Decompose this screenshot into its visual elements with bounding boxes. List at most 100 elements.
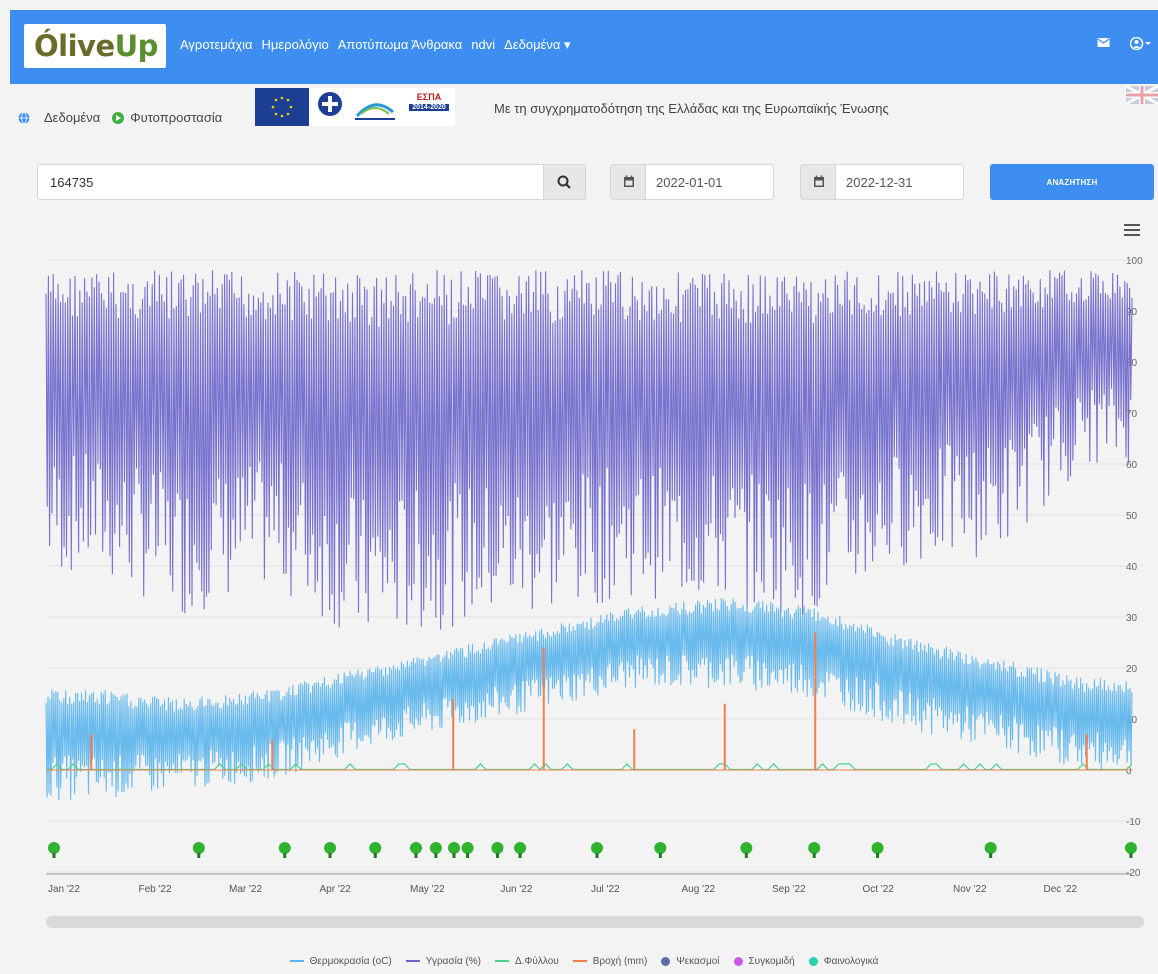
legend-label: Συγκομιδή — [748, 955, 795, 967]
date-to-addon[interactable] — [800, 164, 836, 200]
program-logo — [351, 88, 399, 126]
x-tick-label: Feb '22 — [139, 884, 172, 895]
logo-text-olive: Ólive — [34, 29, 115, 63]
tree-event-trunk — [876, 853, 880, 858]
tree-event-trunk — [434, 853, 438, 858]
nav-right — [1097, 37, 1152, 50]
chart-canvas: 1009080706050403020100-10-20Jan '22 Feb '… — [45, 256, 1143, 895]
legend-item[interactable]: Δ.Φύλλου — [494, 955, 559, 967]
tree-event-trunk — [595, 853, 599, 858]
legend-label: Φαινολογικά — [823, 955, 879, 967]
y-tick-label: 30 — [1126, 613, 1138, 624]
cofunding-text: Με τη συγχρηματοδότηση της Ελλάδας και τ… — [494, 101, 889, 116]
tree-event-icon — [324, 842, 337, 854]
tree-event-trunk — [658, 853, 662, 858]
y-tick-label: 100 — [1126, 256, 1143, 267]
tree-event-trunk — [52, 853, 56, 858]
legend-swatch — [405, 960, 420, 962]
chart-menu-icon[interactable] — [1124, 224, 1140, 236]
espa-years: 2014-2020 — [409, 104, 449, 111]
tree-event-icon — [984, 842, 997, 854]
submit-search-button[interactable]: ΑΝΑΖΗΤΗΣΗ — [990, 164, 1154, 200]
tree-event-trunk — [518, 853, 522, 858]
tree-event-icon — [278, 842, 291, 854]
x-tick-label: Jul '22 — [591, 884, 620, 895]
legend-label: Υγρασία (%) — [425, 955, 481, 967]
legend-item[interactable]: Συγκομιδή — [733, 955, 795, 967]
y-tick-label: 60 — [1126, 460, 1138, 471]
tree-event-trunk — [197, 853, 201, 858]
search-button[interactable] — [544, 164, 586, 200]
tree-event-icon — [369, 842, 382, 854]
main-nav: Αγροτεμάχια Ημερολόγιο Αποτύπωμα Άνθρακα… — [180, 37, 571, 53]
legend-label: Δ.Φύλλου — [514, 955, 559, 967]
y-tick-label: -10 — [1126, 817, 1141, 828]
user-circle-icon[interactable] — [1130, 37, 1152, 50]
search-icon — [557, 175, 571, 189]
legend-swatch — [808, 956, 818, 966]
tree-event-trunk — [744, 853, 748, 858]
nav-ndvi[interactable]: ndvi — [471, 37, 495, 53]
envelope-icon[interactable] — [1097, 37, 1110, 48]
y-tick-label: 40 — [1126, 562, 1138, 573]
legend-item[interactable]: Ψεκασμοί — [661, 956, 720, 967]
tree-event-icon — [429, 842, 442, 854]
date-from-addon[interactable] — [610, 164, 646, 200]
x-tick-label: Dec '22 — [1044, 884, 1078, 895]
tree-event-icon — [740, 842, 753, 854]
legend-swatch — [289, 960, 304, 962]
x-tick-label: Jan '22 — [48, 884, 80, 895]
legend-item[interactable]: Φαινολογικά — [808, 955, 879, 967]
tree-event-icon — [461, 842, 474, 854]
x-tick-label: Aug '22 — [682, 884, 716, 895]
globe-icon — [18, 111, 30, 124]
espa-logo: ΕΣΠΑ 2014-2020 — [403, 88, 455, 126]
tree-event-trunk — [989, 853, 993, 858]
x-tick-label: Mar '22 — [229, 884, 262, 895]
tree-event-icon — [410, 842, 422, 854]
chart-legend: Θερμοκρασία (oC) Υγρασία (%) Δ.Φύλλου Βροχή… — [10, 950, 1158, 972]
tree-event-trunk — [283, 853, 287, 858]
legend-item[interactable]: Υγρασία (%) — [405, 955, 481, 967]
top-navbar: ÓliveUp Αγροτεμάχια Ημερολόγιο Αποτύπωμα… — [10, 10, 1158, 84]
espa-title: ΕΣΠΑ — [416, 92, 442, 102]
tree-event-icon — [654, 842, 667, 854]
tree-event-trunk — [328, 853, 332, 858]
tree-event-icon — [192, 842, 205, 854]
tree-event-trunk — [1129, 853, 1133, 858]
parcel-search-input[interactable]: 164735 — [37, 164, 544, 200]
calendar-icon — [814, 175, 824, 187]
uk-flag-icon[interactable] — [1125, 84, 1158, 106]
legend-swatch — [733, 956, 743, 966]
x-tick-label: Oct '22 — [863, 884, 895, 895]
nav-carbon-footprint[interactable]: Αποτύπωμα Άνθρακα — [338, 37, 463, 53]
legend-item[interactable]: Θερμοκρασία (oC) — [289, 955, 392, 967]
date-to-input[interactable]: 2022-12-31 — [836, 164, 964, 200]
breadcrumb: Δεδομένα Φυτοπροστασία — [18, 110, 222, 125]
y-tick-label: 20 — [1126, 664, 1138, 675]
tree-event-trunk — [812, 853, 816, 858]
tree-event-icon — [448, 842, 461, 854]
nav-data-dropdown[interactable]: Δεδομένα ▾ — [504, 37, 570, 53]
oliveup-logo[interactable]: ÓliveUp — [24, 24, 166, 68]
nav-calendar[interactable]: Ημερολόγιο — [262, 37, 329, 53]
nav-parcels[interactable]: Αγροτεμάχια — [180, 37, 253, 53]
arrow-right-circle-icon — [112, 111, 125, 124]
legend-label: Βροχή (mm) — [592, 955, 648, 967]
tree-event-trunk — [414, 853, 418, 858]
legend-item[interactable]: Βροχή (mm) — [572, 955, 648, 967]
breadcrumb-crop-protection[interactable]: Φυτοπροστασία — [130, 110, 222, 125]
subheader: Δεδομένα Φυτοπροστασία ΕΣΠΑ 2014-2020 Με… — [10, 84, 1158, 134]
legend-label: Θερμοκρασία (oC) — [309, 955, 392, 967]
date-from-input[interactable]: 2022-01-01 — [646, 164, 774, 200]
tree-event-trunk — [466, 853, 470, 858]
legend-swatch — [661, 956, 671, 966]
x-tick-label: Sep '22 — [772, 884, 806, 895]
chart-navigator-scrollbar[interactable] — [46, 916, 1144, 928]
breadcrumb-data[interactable]: Δεδομένα — [44, 110, 100, 125]
greek-emblem-logo — [313, 88, 347, 126]
logo-text-up: Up — [114, 29, 159, 63]
y-tick-label: 50 — [1126, 511, 1138, 522]
tree-event-icon — [491, 842, 504, 854]
tree-event-icon — [808, 842, 821, 854]
